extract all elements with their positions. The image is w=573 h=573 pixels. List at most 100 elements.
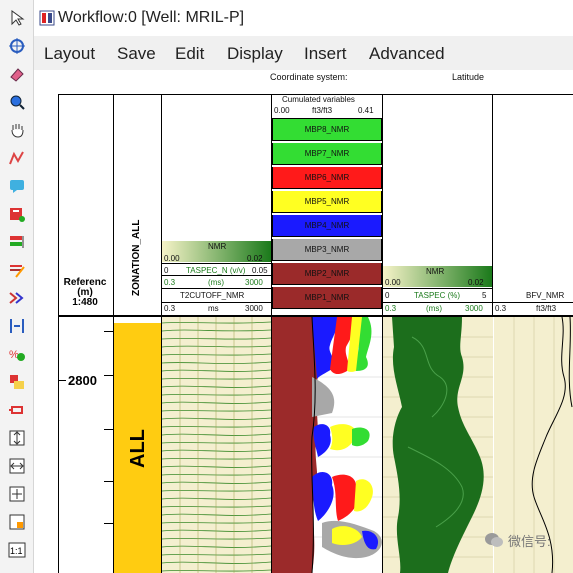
fit-horizontal-icon — [9, 458, 25, 474]
fit-horizontal-button[interactable] — [6, 456, 28, 476]
fit-vertical-button[interactable] — [6, 428, 28, 448]
bin-mbp4-nmr[interactable]: MBP4_NMR — [272, 215, 382, 237]
bin-mbp8-nmr[interactable]: MBP8_NMR — [272, 119, 382, 141]
bfv-unit: ft3/ft3 — [536, 304, 557, 313]
track2-divider — [162, 263, 271, 264]
lock-scale-button[interactable] — [6, 512, 28, 532]
taspec-n-min: 0 — [164, 266, 169, 275]
scale-icon — [10, 375, 24, 389]
track4-divider — [383, 288, 492, 289]
menu-display[interactable]: Display — [227, 44, 283, 64]
taspec-n-max: 0.05 — [252, 266, 268, 275]
menu-bar: Layout Save Edit Display Insert Advanced — [34, 36, 573, 70]
t2cutoff-label: T2CUTOFF_NMR — [180, 291, 245, 300]
menu-edit[interactable]: Edit — [175, 44, 204, 64]
one-to-one-button[interactable]: 1:1 — [6, 540, 28, 560]
title-bar: Workflow:0 [Well: MRIL-P] — [34, 0, 573, 36]
edit-curve-icon — [9, 151, 24, 165]
eraser-button[interactable] — [6, 64, 28, 84]
reference-header: Referenc (m) 1:480 — [56, 278, 114, 308]
nmr-track4-title: NMR — [426, 267, 445, 276]
bin-mbp6-nmr[interactable]: MBP6_NMR — [272, 167, 382, 189]
add-track-button[interactable] — [6, 204, 28, 224]
bin-mbp1-nmr[interactable]: MBP1_NMR — [272, 287, 382, 309]
merge-button[interactable] — [6, 288, 28, 308]
comment-button[interactable] — [6, 176, 28, 196]
track4-divider — [383, 302, 492, 303]
fit-all-button[interactable] — [6, 484, 28, 504]
t2cutoff-unit: ms — [208, 304, 219, 313]
track2-divider — [162, 302, 271, 303]
track-border — [58, 94, 59, 573]
scale-button[interactable] — [6, 372, 28, 392]
one-to-one-icon: 1:1 — [8, 542, 26, 558]
pointer-button[interactable] — [6, 8, 28, 28]
depth-marker-icon — [9, 406, 23, 414]
menu-layout[interactable]: Layout — [44, 44, 95, 64]
track2-divider — [162, 275, 271, 276]
wechat-icon — [485, 533, 503, 547]
reference-scale: 1:480 — [72, 297, 98, 308]
latitude-label: Latitude — [452, 72, 485, 82]
track-order-button[interactable] — [6, 232, 28, 252]
zone-all-label: ALL — [127, 429, 149, 468]
fit-vertical-icon — [9, 430, 25, 446]
depth-label-2800: 2800 — [68, 373, 97, 388]
edit-curve-button[interactable] — [6, 148, 28, 168]
bin-mbp3-nmr[interactable]: MBP3_NMR — [272, 239, 382, 261]
track2-background — [162, 317, 271, 573]
zoom-in-icon — [10, 95, 25, 110]
menu-insert[interactable]: Insert — [304, 44, 347, 64]
zoom-in-button[interactable] — [6, 92, 28, 112]
nmr-track2-fill-max: 0.02 — [247, 254, 263, 263]
depth-ticks — [104, 317, 113, 573]
spacing-button[interactable] — [6, 316, 28, 336]
bin-mbp5-nmr[interactable]: MBP5_NMR — [272, 191, 382, 213]
left-toolbar: % 1:1 — [0, 0, 34, 573]
cumulated-max: 0.41 — [358, 106, 374, 115]
edit-list-button[interactable] — [6, 260, 28, 280]
merge-icon — [9, 292, 24, 304]
bin-mbp7-nmr[interactable]: MBP7_NMR — [272, 143, 382, 165]
cumulated-bins: MBP8_NMR MBP7_NMR MBP6_NMR MBP5_NMR MBP4_NMR… — [272, 119, 382, 311]
eraser-icon — [10, 68, 24, 82]
taspec-min: 0 — [385, 291, 390, 300]
bfv-label: BFV_NMR — [526, 291, 565, 300]
crosshair-icon — [9, 38, 25, 54]
svg-text:1:1: 1:1 — [10, 546, 23, 556]
cumulated-min: 0.00 — [274, 106, 290, 115]
pan-hand-button[interactable] — [6, 120, 28, 140]
edit-list-icon — [10, 265, 25, 278]
track4-range-max: 3000 — [465, 304, 483, 313]
add-track-icon — [10, 208, 25, 222]
cumulated-title: Cumulated variables — [282, 95, 355, 104]
track-order-icon — [10, 236, 24, 248]
fit-all-icon — [9, 486, 25, 502]
watermark: 微信号: — [484, 528, 551, 552]
log-canvas[interactable]: Coordinate system: Latitude Referenc (m)… — [34, 70, 573, 573]
depth-tick-2800 — [58, 380, 66, 381]
comment-icon — [10, 180, 24, 193]
coordinate-system-label: Coordinate system: — [270, 72, 348, 82]
track2-range-min: 0.3 — [164, 278, 176, 287]
crosshair-button[interactable] — [6, 36, 28, 56]
taspec-n-label: TASPEC_N (v/v) — [186, 266, 246, 275]
add-green-icon: % — [9, 349, 25, 361]
cumulated-header: Cumulated variables 0.00 ft3/ft3 0.41 — [272, 94, 382, 119]
menu-advanced[interactable]: Advanced — [369, 44, 445, 64]
watermark-text: 微信号: — [508, 533, 551, 549]
add-green-button[interactable]: % — [6, 344, 28, 364]
spacing-icon — [10, 319, 24, 333]
bin-mbp2-nmr[interactable]: MBP2_NMR — [272, 263, 382, 285]
svg-text:%: % — [9, 349, 19, 361]
track4-range-unit: (ms) — [426, 304, 442, 313]
taspec-max: 5 — [482, 291, 487, 300]
window-title: Workflow:0 [Well: MRIL-P] — [58, 9, 245, 26]
workflow-app-icon — [39, 10, 55, 26]
menu-save[interactable]: Save — [117, 44, 156, 64]
track2-range-max: 3000 — [245, 278, 263, 287]
track2-range-unit: (ms) — [208, 278, 224, 287]
nmr-track2-title: NMR — [208, 242, 227, 251]
depth-marker-button[interactable] — [6, 400, 28, 420]
bfv-min: 0.3 — [495, 304, 507, 313]
